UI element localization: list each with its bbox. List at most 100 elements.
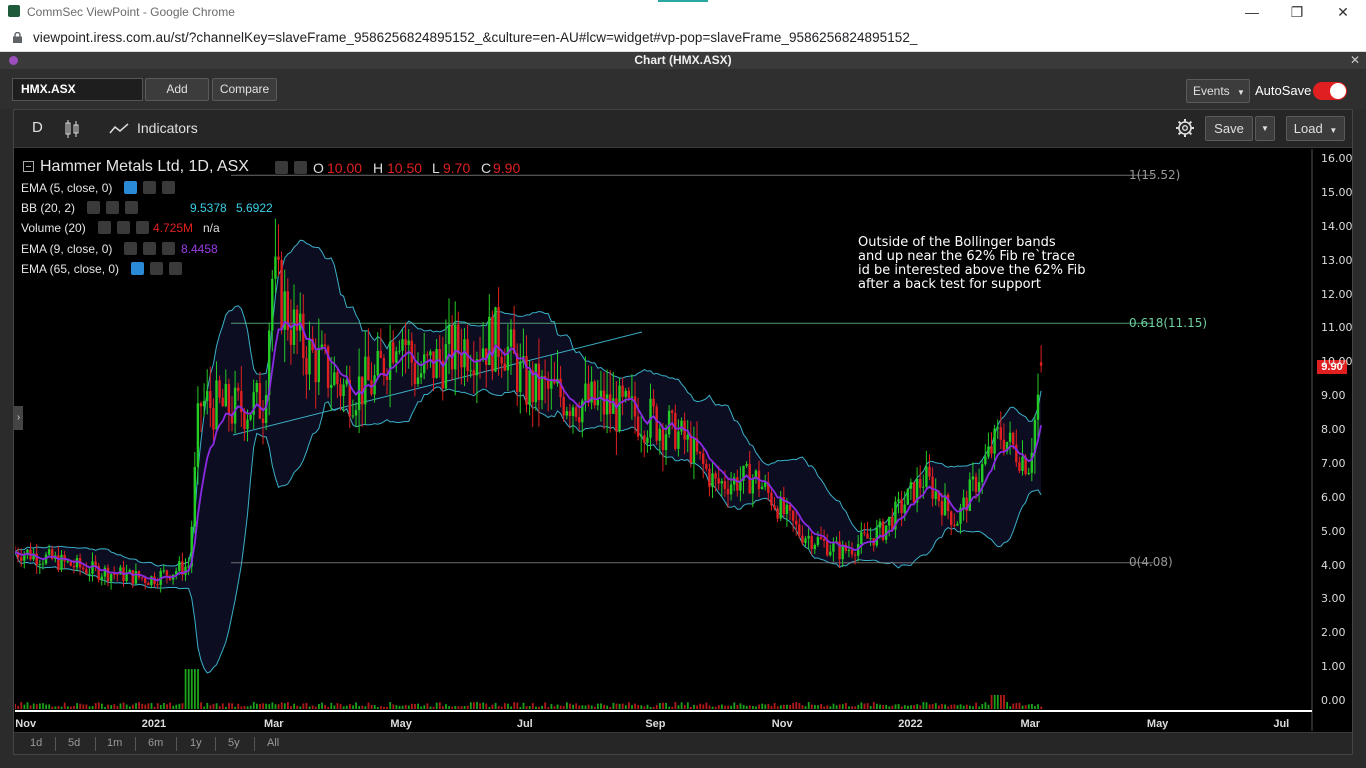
candle-body bbox=[106, 567, 110, 582]
high-value: 10.50 bbox=[387, 160, 423, 176]
ema9-controls[interactable] bbox=[124, 242, 181, 255]
volume-bar bbox=[699, 703, 702, 709]
candle-body bbox=[618, 385, 621, 432]
y-tick-label: 4.00 bbox=[1321, 558, 1346, 572]
range-1y[interactable]: 1y bbox=[190, 737, 202, 749]
range-5d[interactable]: 5d bbox=[68, 737, 80, 749]
volume-bar bbox=[600, 703, 602, 709]
candle-style-icon[interactable] bbox=[64, 119, 80, 139]
restore-button[interactable]: ❐ bbox=[1274, 2, 1320, 22]
close-window-button[interactable]: ✕ bbox=[1320, 2, 1366, 22]
volume-bar bbox=[420, 706, 423, 709]
candle-body bbox=[996, 427, 999, 429]
open-value: 10.00 bbox=[327, 160, 363, 176]
volume-bar bbox=[823, 706, 826, 709]
y-tick-label: 1.00 bbox=[1321, 660, 1346, 674]
volume-bar bbox=[330, 702, 333, 709]
volume-bar bbox=[953, 704, 956, 709]
volume-bar bbox=[807, 702, 810, 709]
candle-body bbox=[354, 410, 358, 416]
interval-button[interactable]: D bbox=[32, 119, 43, 136]
volume-bar bbox=[293, 703, 295, 709]
indicators-icon[interactable] bbox=[109, 123, 129, 135]
gear-icon[interactable] bbox=[1175, 118, 1195, 138]
volume-bar bbox=[556, 704, 559, 709]
volume-bar bbox=[696, 705, 698, 709]
candle-body bbox=[984, 456, 987, 465]
url-text[interactable]: viewpoint.iress.com.au/st/?channelKey=sl… bbox=[33, 30, 917, 45]
volume-bar bbox=[838, 704, 841, 709]
range-5y[interactable]: 5y bbox=[228, 737, 240, 749]
address-bar[interactable]: viewpoint.iress.com.au/st/?channelKey=sl… bbox=[0, 25, 1366, 52]
volume-bar bbox=[324, 704, 326, 709]
compare-button[interactable]: Compare bbox=[212, 78, 277, 101]
series-controls[interactable] bbox=[275, 161, 313, 174]
volume-bar bbox=[166, 704, 168, 709]
candle-body bbox=[113, 573, 116, 575]
autosave-toggle[interactable] bbox=[1313, 82, 1347, 100]
volume-bar bbox=[466, 705, 469, 709]
range-1m[interactable]: 1m bbox=[107, 737, 122, 749]
candle-body bbox=[447, 325, 451, 345]
bb-controls[interactable] bbox=[87, 201, 144, 214]
volume-bar bbox=[352, 705, 354, 709]
volume-bar bbox=[271, 702, 274, 709]
volume-bar bbox=[559, 705, 562, 709]
volume-bar bbox=[442, 706, 444, 709]
candle-body bbox=[925, 466, 928, 487]
volume-bar bbox=[187, 669, 190, 709]
volume-bar bbox=[82, 704, 85, 709]
symbol-input[interactable]: HMX.ASX bbox=[12, 78, 143, 101]
collapse-legend-icon[interactable] bbox=[23, 161, 34, 172]
candle-body bbox=[212, 408, 215, 430]
candle-body bbox=[395, 351, 398, 363]
volume-bar bbox=[88, 706, 91, 709]
window-title: CommSec ViewPoint - Google Chrome bbox=[27, 5, 235, 19]
add-button[interactable]: Add bbox=[145, 78, 209, 101]
volume-bar bbox=[290, 706, 292, 709]
range-1d[interactable]: 1d bbox=[30, 737, 42, 749]
candle-body bbox=[537, 363, 541, 401]
events-dropdown[interactable]: Events ▼ bbox=[1186, 79, 1250, 103]
volume-bar bbox=[690, 706, 692, 709]
save-button[interactable]: Save bbox=[1205, 116, 1253, 141]
y-tick-label: 15.00 bbox=[1321, 185, 1353, 199]
volume-bar bbox=[531, 703, 534, 709]
price-chart[interactable] bbox=[15, 149, 1352, 731]
panel-close-button[interactable]: ✕ bbox=[1350, 52, 1360, 69]
candle-body bbox=[875, 527, 878, 546]
volume-bar bbox=[479, 703, 481, 709]
ema5-controls[interactable] bbox=[124, 181, 181, 194]
volume-bar bbox=[181, 703, 184, 709]
volume-bar bbox=[854, 706, 857, 709]
volume-bar bbox=[528, 706, 531, 709]
candle-body bbox=[726, 488, 730, 495]
volume-bar bbox=[786, 704, 788, 709]
indicators-button[interactable]: Indicators bbox=[137, 120, 198, 136]
volume-bar bbox=[432, 706, 435, 709]
volume-bar bbox=[947, 706, 950, 709]
range-all[interactable]: All bbox=[267, 737, 279, 749]
volume-bar bbox=[581, 705, 584, 709]
panel-link-icon[interactable] bbox=[9, 56, 18, 65]
volume-bar bbox=[215, 703, 218, 709]
volume-bar bbox=[200, 702, 202, 709]
volume-bar bbox=[996, 695, 999, 709]
volume-bar bbox=[218, 706, 221, 709]
save-dropdown-button[interactable]: ▼ bbox=[1255, 116, 1275, 141]
volume-controls[interactable] bbox=[98, 221, 155, 234]
range-6m[interactable]: 6m bbox=[148, 737, 163, 749]
volume-bar bbox=[197, 669, 199, 709]
candle-body bbox=[677, 431, 680, 449]
volume-bar bbox=[538, 706, 540, 709]
candle-body bbox=[779, 497, 782, 519]
expand-sidebar-handle[interactable]: › bbox=[14, 406, 23, 430]
load-dropdown[interactable]: Load ▼ bbox=[1286, 116, 1345, 141]
ema65-controls[interactable] bbox=[131, 262, 188, 275]
minimize-button[interactable]: — bbox=[1229, 2, 1275, 22]
volume-bar bbox=[169, 702, 171, 709]
candle-body bbox=[869, 538, 872, 540]
candle-body bbox=[729, 484, 733, 495]
candle-body bbox=[91, 561, 94, 574]
chart-annotation[interactable]: Outside of the Bollinger bands and up ne… bbox=[858, 236, 1086, 292]
